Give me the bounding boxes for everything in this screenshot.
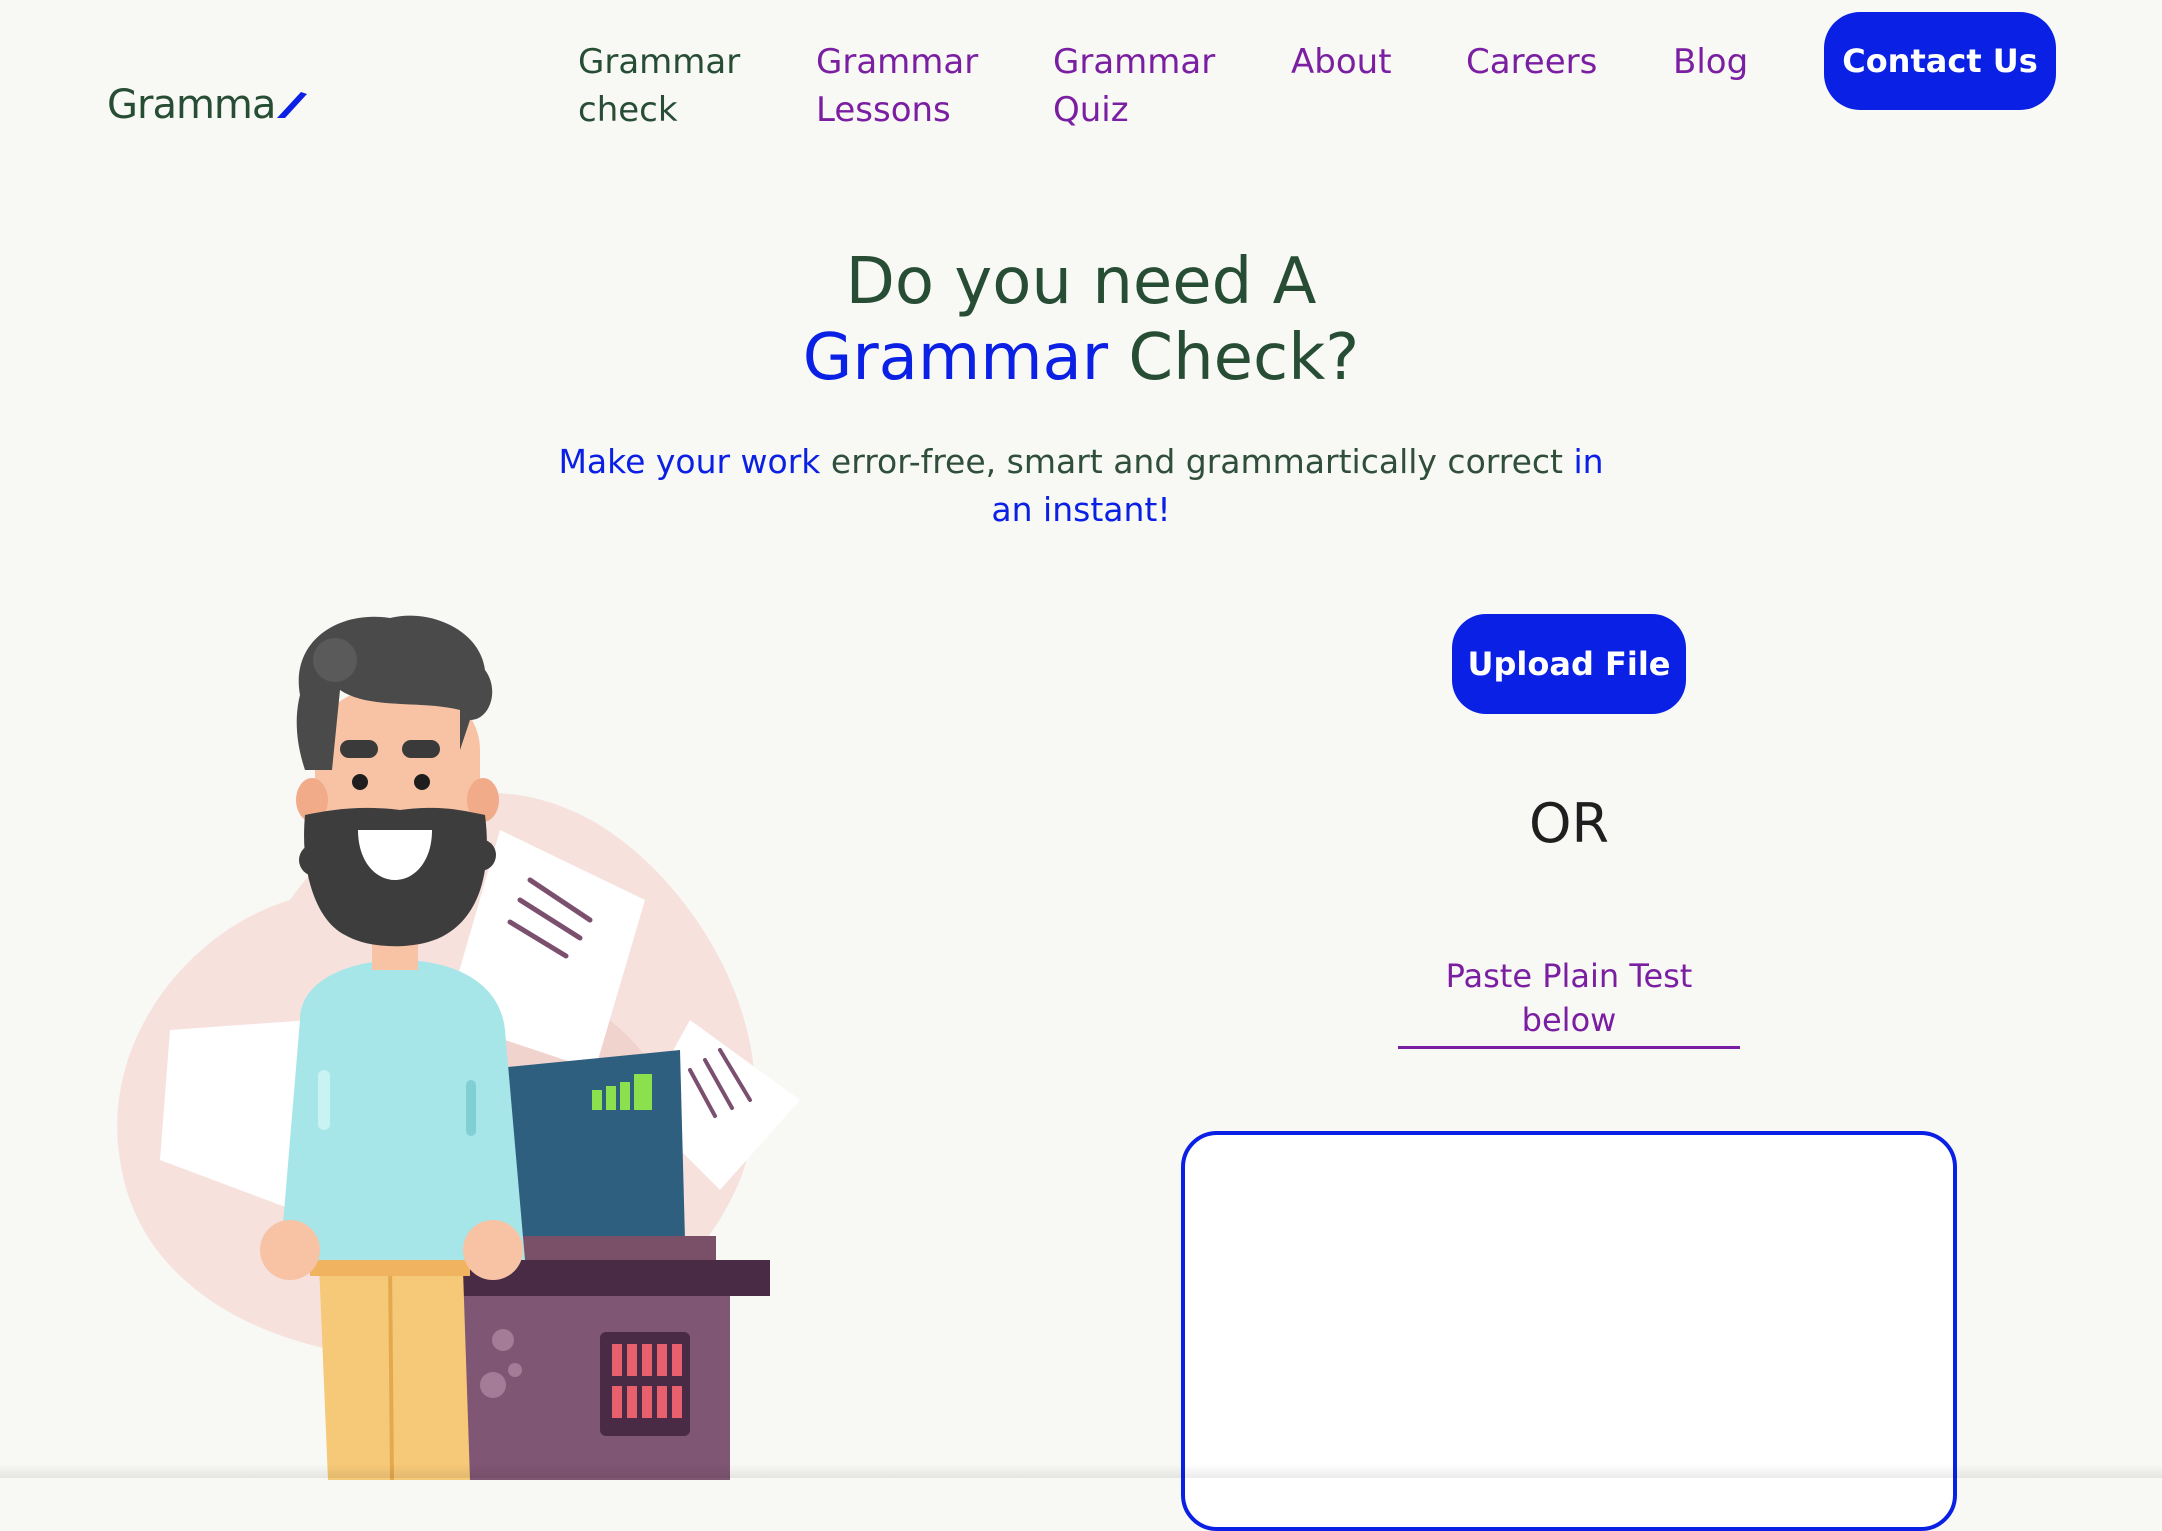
- hero-title: Do you need A Grammar Check?: [0, 244, 2162, 396]
- hero-sub-middle: error-free, smart and grammartically cor…: [820, 442, 1574, 481]
- nav-label-line1: Grammar: [816, 42, 979, 82]
- hero-sub-highlight-1: Make your work: [558, 442, 821, 481]
- nav-label-line2: Quiz: [1053, 90, 1129, 130]
- upload-file-button[interactable]: Upload File: [1452, 614, 1686, 714]
- nav-label-line1: Grammar: [1053, 42, 1216, 82]
- nav-label-line1: Grammar: [578, 42, 741, 82]
- nav-careers[interactable]: Careers: [1466, 38, 1597, 86]
- hero-subtitle: Make your work error-free, smart and gra…: [545, 438, 1617, 534]
- nav-label-line2: Lessons: [816, 90, 951, 130]
- nav-grammar-lessons[interactable]: Grammar Lessons: [816, 38, 978, 134]
- nav-grammar-quiz[interactable]: Grammar Quiz: [1053, 38, 1215, 134]
- hero-title-rest: Check?: [1108, 321, 1360, 395]
- bearded-man-illustration: [117, 615, 800, 1480]
- nav-about[interactable]: About: [1291, 38, 1392, 86]
- logo-text: Gramma: [107, 82, 276, 128]
- or-divider-text: OR: [1528, 792, 1610, 855]
- nav-blog[interactable]: Blog: [1673, 38, 1748, 86]
- contact-us-button[interactable]: Contact Us: [1824, 12, 2056, 110]
- nav-label-line2: check: [578, 90, 678, 130]
- page-bottom-edge: [0, 1464, 2162, 1478]
- hero-title-highlight: Grammar: [802, 321, 1109, 395]
- nav-grammar-check[interactable]: Grammar check: [578, 38, 740, 134]
- site-logo[interactable]: Gramma: [107, 82, 309, 128]
- paste-text-label: Paste Plain Test below: [1398, 954, 1740, 1049]
- logo-check-icon: [277, 92, 308, 118]
- hero-title-line1: Do you need A: [845, 245, 1317, 319]
